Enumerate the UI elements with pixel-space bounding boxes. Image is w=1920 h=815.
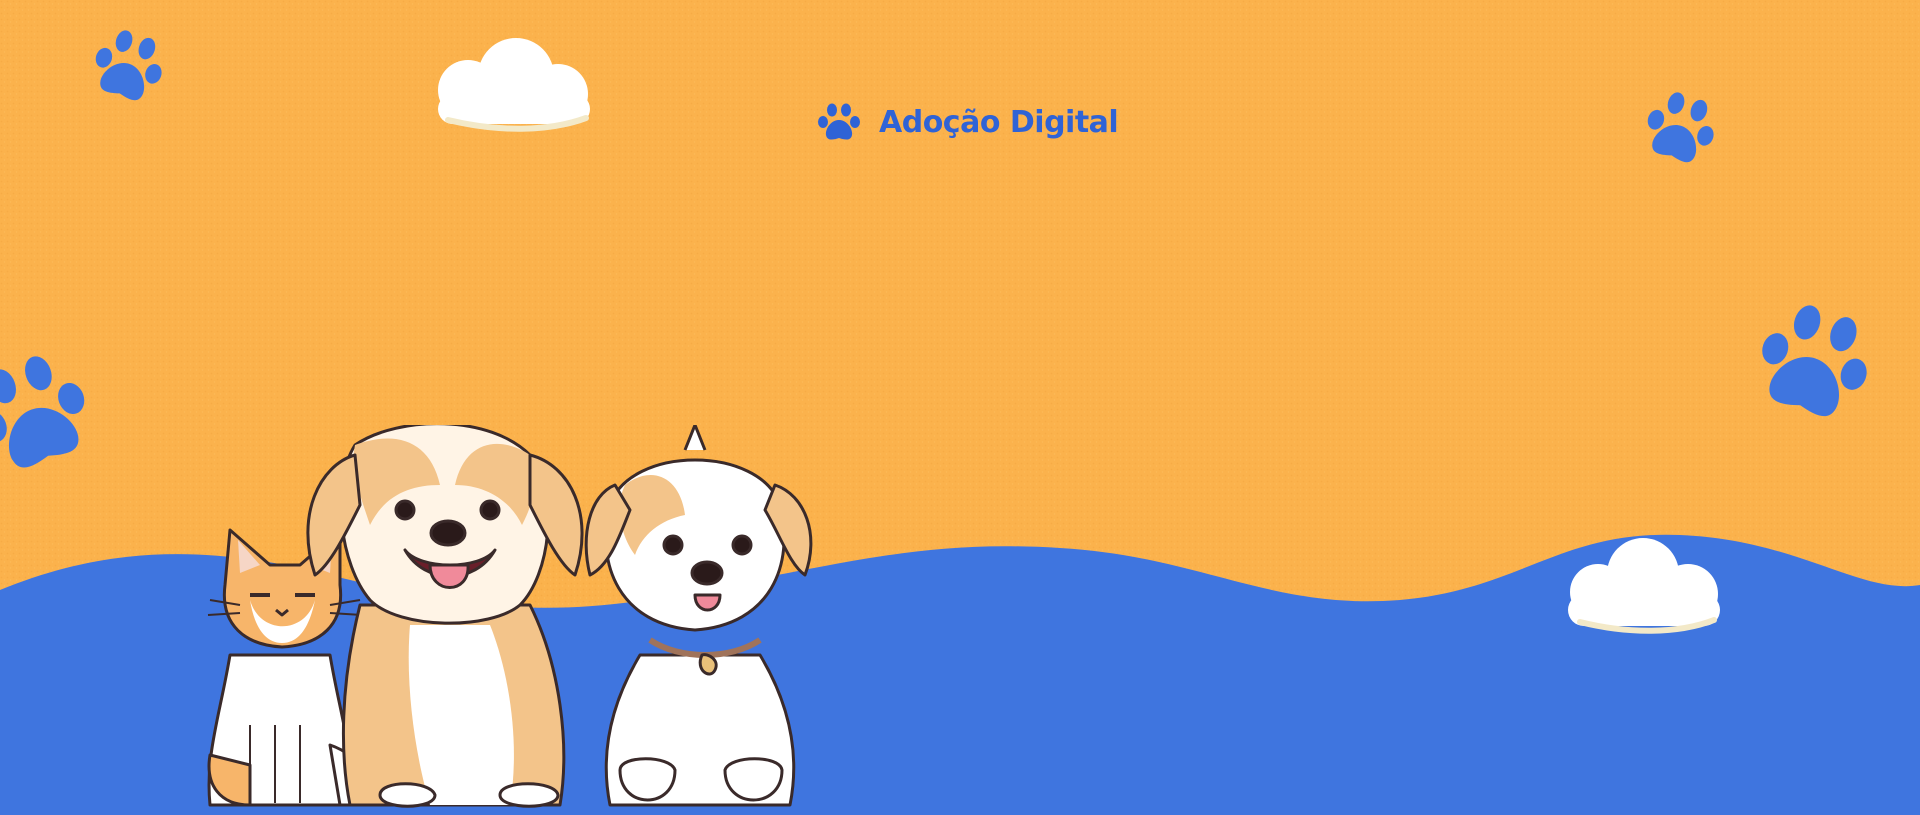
paw-print-icon (0, 356, 85, 468)
hero-banner: Adoção Digital (0, 0, 1920, 815)
brand-name: Adoção Digital (879, 104, 1119, 140)
paw-print-icon (1762, 305, 1867, 417)
dog-illustration (306, 425, 584, 808)
brand-logo[interactable]: Adoção Digital (813, 98, 1119, 146)
cloud-icon (438, 38, 590, 132)
paw-logo-icon (818, 103, 860, 140)
puppy-illustration (584, 425, 813, 807)
cloud-icon (1568, 538, 1720, 634)
paw-print-icon (1647, 92, 1714, 163)
pets-illustration (207, 425, 813, 808)
paw-print-icon (95, 30, 162, 101)
